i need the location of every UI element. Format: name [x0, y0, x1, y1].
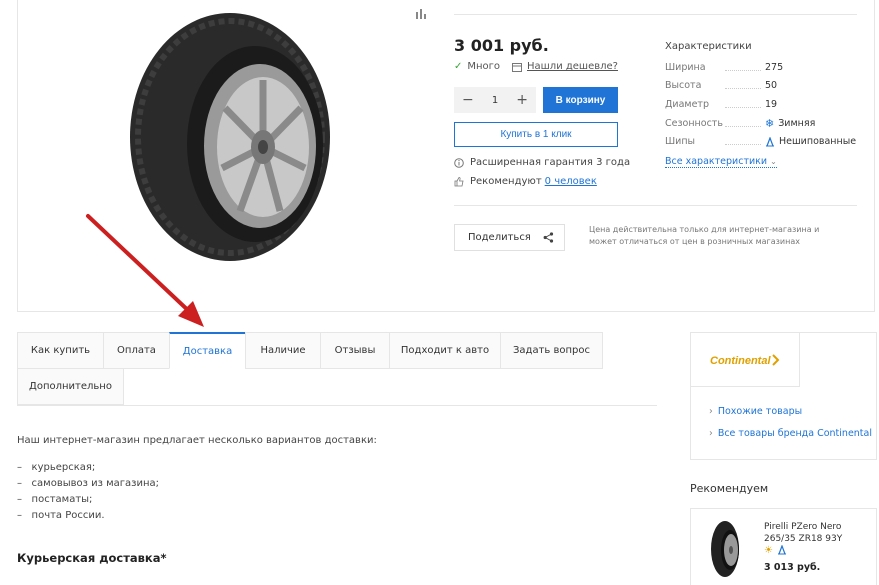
recommend-card[interactable]: Pirelli PZero Nero 265/35 ZR18 93Y ☀ 3 0… [690, 508, 877, 585]
delivery-option-text: курьерская; [31, 462, 96, 473]
spec-row-width: Ширина 275 [665, 62, 860, 73]
brand-link-label[interactable]: Похожие товары [718, 406, 802, 417]
buy-one-click-button[interactable]: Купить в 1 клик [454, 122, 618, 147]
spec-row-height: Высота 50 [665, 80, 860, 91]
similar-products-link[interactable]: › Похожие товары [709, 406, 802, 417]
tab-delivery[interactable]: Доставка [169, 332, 246, 369]
delivery-option-text: постаматы; [31, 494, 93, 505]
spec-key: Высота [665, 80, 765, 91]
calendar-icon [512, 62, 522, 72]
quantity-stepper[interactable]: − 1 + [454, 87, 536, 113]
tab-label: Задать вопрос [513, 345, 590, 356]
share-button[interactable]: Поделиться [454, 224, 565, 251]
chevron-right-icon: › [709, 428, 713, 439]
stock-label: Много [467, 61, 501, 72]
spec-key: Сезонность [665, 118, 765, 129]
tab-label: Доставка [182, 345, 233, 357]
delivery-option-text: самовывоз из магазина; [31, 478, 160, 489]
tab-ask-question[interactable]: Задать вопрос [500, 332, 603, 369]
brand-link-label[interactable]: Все товары бренда Continental [718, 428, 872, 439]
recommend-item-icons: ☀ [764, 545, 787, 556]
tab-label: Оплата [117, 345, 156, 356]
minus-icon[interactable]: − [462, 92, 474, 108]
spec-value: 275 [765, 62, 784, 73]
recommend-title: Рекомендуем [690, 482, 769, 495]
spec-row-diameter: Диаметр 19 [665, 99, 860, 110]
top-divider [454, 14, 857, 15]
recommend-tire-image[interactable] [709, 519, 745, 579]
share-icon [543, 232, 554, 243]
delivery-option: – курьерская; [17, 462, 96, 473]
delivery-option: – постаматы; [17, 494, 93, 505]
snowflake-icon: ❄ [765, 117, 775, 130]
quantity-value[interactable]: 1 [492, 95, 498, 106]
recommend-item-price: 3 013 руб. [764, 562, 821, 573]
delivery-option-text: почта России. [31, 510, 105, 521]
tab-label: Дополнительно [29, 381, 112, 392]
tab-label: Как купить [30, 345, 91, 356]
tab-label: Отзывы [334, 345, 376, 356]
all-specs-link[interactable]: Все характеристики ⌄ [665, 156, 777, 168]
svg-text:Continental: Continental [710, 355, 771, 367]
tab-how-to-buy[interactable]: Как купить [17, 332, 104, 369]
spec-key: Диаметр [665, 99, 765, 110]
brand-box: Continental › Похожие товары › Все товары … [690, 332, 877, 460]
spec-row-studs: Шипы Нешипованные [665, 136, 860, 147]
chevron-right-icon: › [709, 406, 713, 417]
delivery-option: – почта России. [17, 510, 105, 521]
delivery-intro: Наш интернет-магазин предлагает нескольк… [17, 435, 377, 446]
recommend-prefix: Рекомендуют [470, 176, 542, 187]
chevron-down-icon: ⌄ [770, 157, 777, 166]
recommend-count-link[interactable]: 0 человек [545, 176, 597, 187]
tab-label: Подходит к авто [400, 345, 490, 356]
courier-delivery-heading: Курьерская доставка* [17, 551, 167, 565]
spec-value: 50 [765, 80, 778, 91]
tab-fits-car[interactable]: Подходит к авто [389, 332, 501, 369]
recommend-info: Рекомендуют 0 человек [454, 176, 597, 187]
plus-icon[interactable]: + [516, 92, 528, 108]
tab-payment[interactable]: Оплата [103, 332, 170, 369]
non-studded-icon [766, 136, 774, 146]
product-price: 3 001 руб. [454, 36, 549, 55]
spec-value: ❄ Зимняя [765, 117, 815, 130]
tab-reviews[interactable]: Отзывы [320, 332, 390, 369]
tire-image[interactable] [125, 8, 345, 266]
specs-title: Характеристики [665, 41, 752, 52]
stock-status: ✓ Много [454, 61, 500, 72]
spec-key: Ширина [665, 62, 765, 73]
all-specs-label[interactable]: Все характеристики [665, 156, 767, 167]
all-brand-products-link[interactable]: › Все товары бренда Continental [709, 428, 872, 439]
studs-value: Нешипованные [779, 136, 857, 147]
check-icon: ✓ [454, 61, 463, 72]
found-cheaper-label[interactable]: Нашли дешевле? [527, 61, 618, 72]
recommend-item-name[interactable]: Pirelli PZero Nero 265/35 ZR18 93Y [764, 521, 869, 545]
compare-chart-icon[interactable] [415, 7, 427, 19]
found-cheaper-link[interactable]: Нашли дешевле? [512, 61, 618, 72]
spec-value: 19 [765, 99, 778, 110]
continental-logo: Continental [710, 353, 780, 367]
price-note: Цена действительна только для интернет-м… [589, 225, 820, 246]
tabs-divider [17, 405, 657, 406]
mid-divider [454, 205, 857, 206]
season-value: Зимняя [778, 118, 816, 129]
tab-additional[interactable]: Дополнительно [17, 368, 124, 405]
info-circle-icon [454, 157, 464, 168]
warranty-info: Расширенная гарантия 3 года [454, 157, 630, 168]
brand-logo[interactable]: Continental [691, 333, 800, 387]
delivery-option: – самовывоз из магазина; [17, 478, 160, 489]
warranty-text: Расширенная гарантия 3 года [470, 157, 631, 168]
spec-row-season: Сезонность ❄ Зимняя [665, 117, 860, 130]
thumbs-up-icon [454, 176, 464, 186]
tab-availability[interactable]: Наличие [245, 332, 321, 369]
spec-key: Шипы [665, 136, 765, 147]
tab-label: Наличие [260, 345, 306, 356]
share-label: Поделиться [468, 232, 531, 243]
non-studded-icon [777, 545, 786, 555]
sun-icon: ☀ [764, 545, 773, 556]
add-to-cart-button[interactable]: В корзину [543, 87, 618, 113]
spec-value: Нешипованные [765, 136, 856, 147]
